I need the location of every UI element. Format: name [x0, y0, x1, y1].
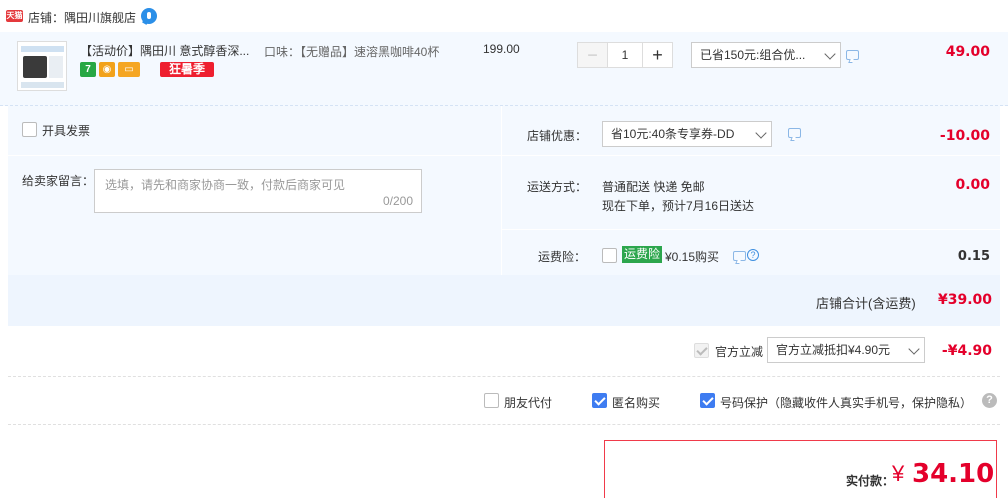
number-protect-checkbox[interactable] [700, 393, 715, 408]
credit-card-icon: ▭ [118, 62, 140, 77]
quantity-minus-button[interactable]: − [578, 43, 608, 67]
message-icon[interactable] [846, 50, 859, 60]
pay-label: 实付款： [846, 474, 895, 488]
unit-price: 199.00 [483, 42, 520, 56]
official-discount-amount: -¥4.90 [941, 343, 992, 359]
guarantee-icon: ◉ [99, 62, 115, 77]
shipping-label: 运送方式： [527, 180, 588, 194]
product-thumbnail[interactable] [17, 41, 67, 91]
friend-pay-checkbox[interactable] [484, 393, 499, 408]
item-discount-value: 已省150元:组合优... [700, 48, 806, 62]
chevron-down-icon [908, 343, 920, 355]
official-discount-select[interactable]: 官方立减抵扣¥4.90元 [767, 337, 925, 363]
official-discount-checkbox[interactable] [694, 343, 709, 358]
quantity-plus-button[interactable]: + [642, 43, 672, 67]
product-sku: 口味：【无赠品】速溶黑咖啡40杯 [264, 45, 440, 59]
help-icon[interactable]: ? [747, 249, 759, 261]
shop-header: 天猫 店铺：隅田川旗舰店 [0, 0, 1008, 32]
shop-total-amount: ¥39.00 [937, 292, 992, 308]
divider [502, 155, 1000, 156]
anonymous-checkbox[interactable] [592, 393, 607, 408]
invoice-checkbox[interactable] [22, 122, 37, 137]
memo-textarea[interactable]: 选填，请先和商家协商一致，付款后商家可见 0/200 [94, 169, 422, 213]
shop-total-label: 店铺合计(含运费) [816, 296, 916, 311]
message-icon[interactable] [788, 128, 801, 138]
payment-summary: 实付款： ¥ 34.10 [604, 440, 997, 498]
chat-seller-icon[interactable] [141, 8, 157, 24]
insurance-checkbox[interactable] [602, 248, 617, 263]
promo-tag: 狂暑季 [160, 62, 214, 77]
shipping-method: 普通配送 快递 免邮 [602, 180, 705, 194]
divider [8, 155, 502, 156]
chevron-down-icon [824, 48, 836, 60]
shipping-eta: 现在下单，预计7月16日送达 [602, 199, 755, 213]
chevron-down-icon [755, 127, 767, 139]
friend-pay-label[interactable]: 朋友代付 [504, 394, 552, 411]
insurance-label: 运费险： [538, 250, 587, 264]
tmall-icon: 天猫 [6, 10, 23, 22]
shipping-amount: 0.00 [955, 177, 990, 193]
shop-discount-amount: -10.00 [939, 128, 990, 144]
anonymous-label[interactable]: 匿名购买 [612, 394, 660, 411]
official-discount-value: 官方立减抵扣¥4.90元 [776, 343, 891, 357]
shop-discount-select[interactable]: 省10元:40条专享券-DD [602, 121, 772, 147]
insurance-amount: 0.15 [957, 249, 990, 264]
message-icon[interactable] [733, 251, 746, 261]
divider [502, 229, 1000, 230]
insurance-tag: 运费险 [622, 246, 663, 263]
divider [8, 376, 1000, 377]
invoice-label[interactable]: 开具发票 [42, 122, 90, 139]
service-icons: 7 ◉ ▭ [80, 62, 143, 78]
memo-char-count: 0/200 [382, 194, 413, 208]
shop-discount-value: 省10元:40条专享券-DD [611, 127, 735, 141]
insurance-price: ¥0.15购买 [665, 250, 720, 264]
product-title[interactable]: 【活动价】隅田川 意式醇香深... [80, 42, 252, 58]
memo-placeholder: 选填，请先和商家协商一致，付款后商家可见 [105, 178, 346, 192]
item-discount-select[interactable]: 已省150元:组合优... [691, 42, 841, 68]
pay-amount: 34.10 [912, 459, 995, 489]
divider [8, 424, 1000, 425]
number-protect-label[interactable]: 号码保护（隐藏收件人真实手机号，保护隐私） [720, 394, 972, 411]
seven-day-return-icon: 7 [80, 62, 96, 77]
quantity-stepper: − 1 + [577, 42, 673, 68]
help-icon[interactable]: ? [982, 393, 997, 408]
item-subtotal: 49.00 [945, 44, 990, 60]
pay-currency: ¥ [892, 461, 905, 486]
shop-name[interactable]: 店铺：隅田川旗舰店 [28, 9, 136, 26]
quantity-input[interactable]: 1 [609, 43, 641, 67]
shop-discount-label: 店铺优惠： [527, 129, 588, 143]
memo-label: 给卖家留言： [22, 174, 95, 188]
official-discount-label: 官方立减 [715, 345, 764, 359]
